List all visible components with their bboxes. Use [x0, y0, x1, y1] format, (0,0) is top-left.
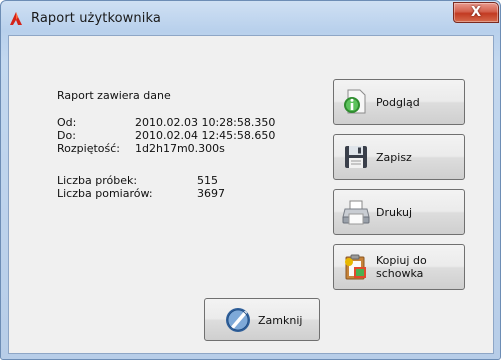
od-value: 2010.02.03 10:28:58.350 [135, 116, 276, 129]
printer-icon [342, 200, 370, 225]
print-button[interactable]: Drukuj [333, 189, 465, 235]
title-bar[interactable]: Raport użytkownika X [1, 1, 500, 35]
report-dialog: Raport użytkownika X Raport zawiera dane… [0, 0, 501, 360]
samples-label: Liczba próbek: [57, 174, 138, 187]
report-heading: Raport zawiera dane [57, 89, 171, 102]
copy-button-label-line1: Kopiuj do [376, 254, 427, 267]
window-title: Raport użytkownika [31, 11, 161, 26]
close-button-label: Zamknij [258, 314, 303, 327]
close-icon: X [470, 5, 482, 20]
range-value: 1d2h17m0.300s [135, 142, 225, 155]
preview-button[interactable]: Podgląd [333, 79, 465, 125]
window-close-button[interactable]: X [453, 2, 499, 23]
copy-button-label-line2: schowka [376, 267, 424, 280]
floppy-disk-icon [345, 146, 367, 168]
range-label: Rozpiętość: [57, 142, 120, 155]
measurements-label: Liczba pomiarów: [57, 187, 153, 200]
save-button[interactable]: Zapisz [333, 134, 465, 180]
od-label: Od: [57, 116, 77, 129]
save-button-label: Zapisz [376, 151, 412, 164]
app-logo-icon [10, 12, 22, 25]
measurements-value: 3697 [197, 187, 225, 200]
print-button-label: Drukuj [376, 206, 413, 219]
dialog-content: Raport zawiera dane Od: 2010.02.03 10:28… [8, 35, 494, 354]
do-value: 2010.02.04 12:45:58.650 [135, 129, 276, 142]
copy-to-clipboard-button[interactable]: Kopiuj do schowka [333, 244, 465, 290]
do-label: Do: [57, 129, 76, 142]
close-circle-icon [226, 308, 250, 332]
preview-info-icon [344, 89, 366, 114]
preview-button-label: Podgląd [376, 96, 420, 109]
samples-value: 515 [197, 174, 218, 187]
close-button[interactable]: Zamknij [204, 298, 320, 341]
clipboard-copy-icon [345, 254, 366, 280]
